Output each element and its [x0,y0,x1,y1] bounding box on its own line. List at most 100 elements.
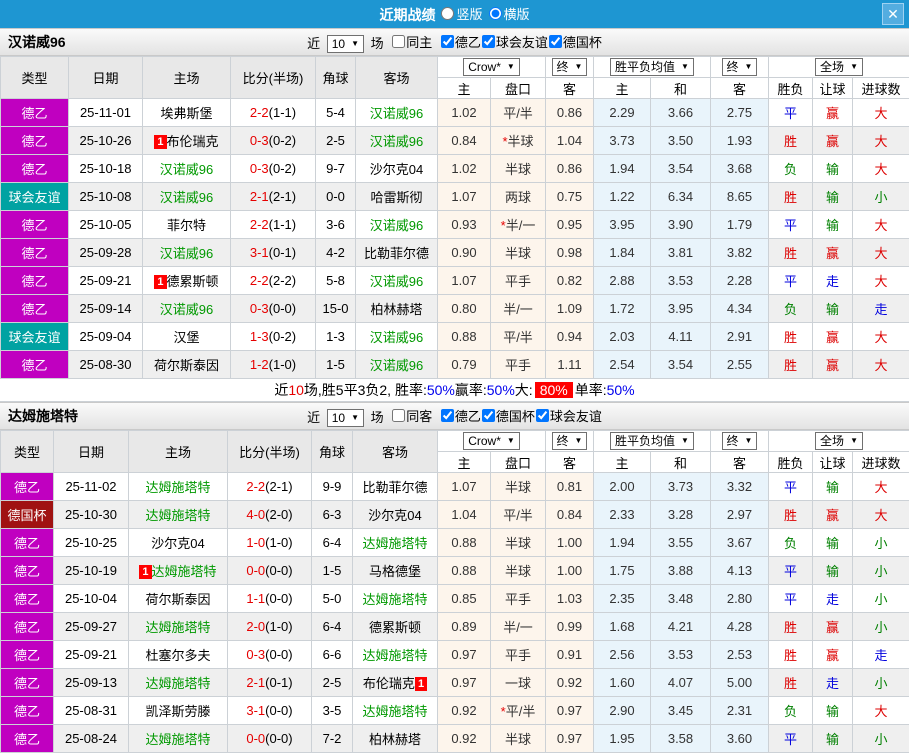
chevron-down-icon: ▼ [744,436,753,445]
team-name-text: 沙尔克04 [368,508,422,523]
score-halftime: (2-2) [268,273,297,288]
corner-count: 5-4 [315,98,356,127]
ah-line-text: 平手 [504,274,531,289]
th-eu-draw: 和 [650,77,711,99]
match-count-select[interactable]: 10 ▼ [326,408,364,427]
th-scope: 全场 ▼ [767,56,909,78]
match-count-select[interactable]: 10 ▼ [326,34,364,53]
away-team: 柏林赫塔 [352,724,438,753]
same-side-checkbox[interactable] [392,34,406,48]
same-side-filter[interactable]: 同客 [391,406,432,425]
result-goals: 小 [851,528,909,557]
chevron-down-icon: ▼ [681,62,689,71]
result-goals: 大 [851,350,909,379]
eu-final-select[interactable]: 终 ▼ [721,432,758,450]
league-filter[interactable]: 德国杯 [481,406,535,425]
away-team: 沙尔克04 [355,154,438,183]
league-checkbox[interactable] [481,34,495,48]
league-checkbox[interactable] [535,408,549,422]
league-filter[interactable]: 德乙 [440,32,481,51]
ah-final-select[interactable]: 终 ▼ [551,432,588,450]
eu-final-select[interactable]: 终 ▼ [721,58,758,76]
result-wdl: 胜 [768,350,813,379]
ah-home-odds: 0.85 [437,584,491,613]
same-side-filter[interactable]: 同主 [391,32,432,51]
league-filter[interactable]: 球会友谊 [481,32,548,51]
ah-home-odds: 0.79 [437,350,491,379]
result-wdl: 平 [768,472,813,501]
match-score: 0-3(0-0) [230,294,316,323]
result-handicap: 输 [812,528,853,557]
match-count-value: 10 [331,410,346,425]
ah-line: 半球 [490,472,546,501]
team-name-text: 哈雷斯彻 [370,190,423,205]
league-checkbox[interactable] [440,408,454,422]
close-button[interactable]: ✕ [882,3,904,25]
ah-final-select[interactable]: 终 ▼ [551,58,588,76]
match-date: 25-10-05 [68,210,143,239]
ah-line-text: 平/半 [503,330,533,345]
league-checkbox[interactable] [440,34,454,48]
bookmaker-select[interactable]: Crow* ▼ [463,58,520,76]
avg-select[interactable]: 胜平负均值 ▼ [610,432,694,450]
match-score: 0-3(0-2) [230,154,316,183]
home-team: 菲尔特 [142,210,231,239]
layout-radio-vertical[interactable]: 竖版 [441,4,483,23]
league-filter[interactable]: 德乙 [440,406,481,425]
league-filter[interactable]: 德国杯 [548,32,602,51]
bookmaker-select[interactable]: Crow* ▼ [463,432,520,450]
chevron-down-icon: ▼ [681,436,689,445]
ah-line: 平手 [490,640,546,669]
avg-value: 胜平负均值 [615,434,676,448]
th-bookmaker: Crow* ▼ [437,430,546,452]
corner-count: 5-8 [315,266,356,295]
scope-select[interactable]: 全场 ▼ [815,58,863,76]
match-date: 25-10-26 [68,126,143,155]
scope-select[interactable]: 全场 ▼ [815,432,863,450]
home-team: 达姆施塔特 [128,724,228,753]
vertical-radio-input[interactable] [441,6,455,20]
result-wdl: 平 [768,556,813,585]
league-filter[interactable]: 球会友谊 [535,406,602,425]
match-type-badge: 德乙 [0,472,54,501]
match-row: 德乙 25-09-21 1 德累斯顿 2-2(2-2) 5-8 汉诺威96 1.07 平手 0.8… [0,266,909,295]
ah-away-odds: 1.03 [545,584,594,613]
corner-count: 9-7 [315,154,356,183]
eu-home-odds: 1.94 [593,528,651,557]
eu-home-odds: 2.35 [593,584,651,613]
ah-line: *半球 [490,126,546,155]
ah-line-text: 平手 [504,358,531,373]
ah-line-text: 一球 [504,676,531,691]
league-checkbox[interactable] [548,34,562,48]
team-name-text: 达姆施塔特 [145,620,211,635]
score-halftime: (1-0) [268,357,297,372]
score-halftime: (0-0) [265,703,293,718]
ah-line-text: 半/一 [503,302,533,317]
ah-home-odds: 0.97 [437,640,491,669]
team-name-text: 达姆施塔特 [145,508,211,523]
same-side-checkbox[interactable] [392,408,406,422]
th-res-ah: 让球 [812,77,853,99]
match-score: 1-1(0-0) [227,584,312,613]
th-type: 类型 [0,430,54,473]
ah-line-text: 半球 [504,564,531,579]
score-halftime: (2-1) [265,479,293,494]
eu-home-odds: 1.60 [593,668,651,697]
score-halftime: (1-1) [268,105,297,120]
horizontal-radio-input[interactable] [488,6,502,20]
match-date: 25-10-19 [53,556,129,585]
eu-draw-odds: 3.90 [650,210,711,239]
team-name-text: 达姆施塔特 [145,732,211,747]
league-checkbox[interactable] [481,408,495,422]
match-row: 德乙 25-08-31 凯泽斯劳滕 3-1(0-0) 3-5 达姆施塔特 0.92 *平/半 0… [0,696,909,725]
team-name-text: 杜塞尔多夫 [145,648,211,663]
result-handicap: 赢 [812,612,853,641]
th-ah-final: 终 ▼ [545,430,594,452]
ah-line: 半球 [490,528,546,557]
match-row: 德乙 25-09-21 杜塞尔多夫 0-3(0-0) 6-6 达姆施塔特 0.97 平手 0.9… [0,640,909,669]
avg-select[interactable]: 胜平负均值 ▼ [610,58,694,76]
layout-radio-horizontal[interactable]: 横版 [488,4,530,23]
ah-line: *平/半 [490,696,546,725]
table-head: 类型 日期 主场 比分(半场) 角球 客场 Crow* ▼ 终 ▼ 胜平负均值 ▼ 终… [0,56,909,99]
result-handicap: 输 [812,472,853,501]
